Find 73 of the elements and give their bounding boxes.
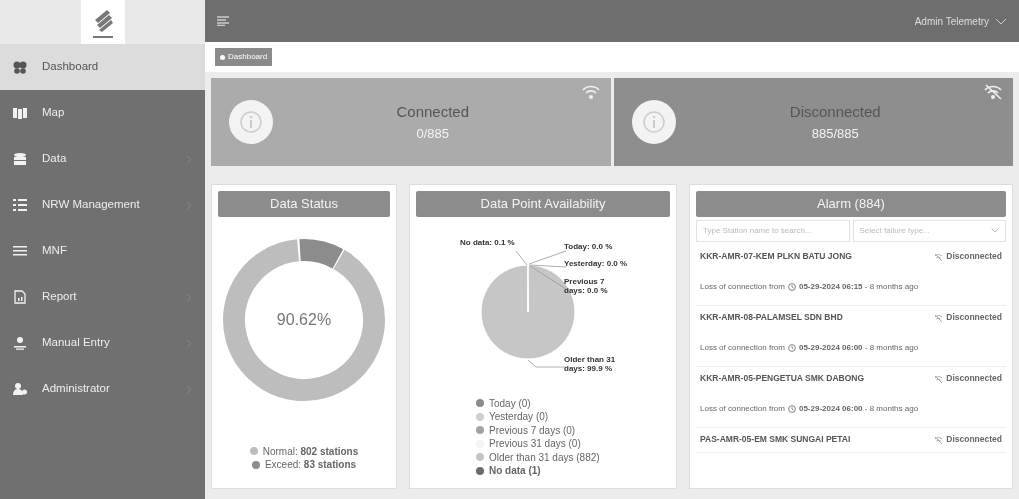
menu-icon[interactable] xyxy=(217,16,229,26)
dot-icon xyxy=(220,54,225,60)
panel-title: Alarm (884) xyxy=(696,191,1006,217)
donut-center-value: 90.62% xyxy=(276,309,332,330)
legend-label: Normal: 802 stations xyxy=(262,444,359,458)
wifi-off-icon xyxy=(934,313,944,322)
person-icon xyxy=(12,336,28,350)
sidebar-item[interactable]: Manual Entry xyxy=(0,320,205,366)
database-icon xyxy=(12,152,28,166)
legend-label: Today (0) xyxy=(489,396,531,410)
logo-icon xyxy=(80,0,125,44)
clock-icon xyxy=(787,282,796,291)
gauge-icon xyxy=(12,60,28,74)
legend-label: Exceed: 83 stations xyxy=(264,458,357,472)
legend-label: No data (1) xyxy=(489,464,541,478)
document-icon xyxy=(12,290,28,304)
wifi-icon xyxy=(580,84,601,100)
alarm-time: 05-29-2024 06:15 - 8 months ago xyxy=(798,280,919,293)
list-icon xyxy=(12,198,28,212)
wifi-off-icon xyxy=(934,252,944,261)
chevron-down-icon[interactable] xyxy=(995,17,1007,25)
clock-icon xyxy=(787,343,796,352)
station-name: KKR-AMR-07-KEM PLKN BATU JONG xyxy=(700,250,852,263)
status-label: Disconnected xyxy=(946,433,1002,446)
lines-icon xyxy=(12,244,28,258)
users-icon xyxy=(12,382,28,396)
slice-label: Yesterday: 0.0 % xyxy=(564,258,628,269)
legend-label: Previous 31 days (0) xyxy=(489,437,581,451)
alarm-message: Loss of connection from xyxy=(700,341,785,354)
map-icon xyxy=(12,106,28,120)
station-name: KKR-AMR-05-PENGETUA SMK DABONG xyxy=(700,372,865,385)
wifi-off-icon xyxy=(934,435,944,444)
alarm-time: 05-29-2024 06:00 - 8 months ago xyxy=(798,341,919,354)
alarm-message: Loss of connection from xyxy=(700,280,785,293)
legend-label: Older than 31 days (882) xyxy=(489,450,600,464)
slice-label: Today: 0.0 % xyxy=(564,241,613,252)
sidebar-item[interactable]: Map xyxy=(0,90,205,136)
station-name: PAS-AMR-05-EM SMK SUNGAI PETAI xyxy=(700,433,851,446)
status-label: Disconnected xyxy=(946,311,1002,324)
info-icon xyxy=(229,100,273,144)
clock-icon xyxy=(787,404,796,413)
wifi-off-icon xyxy=(983,84,1003,100)
sidebar-item[interactable]: Administrator xyxy=(0,366,205,412)
alarm-time: 05-29-2024 06:00 - 8 months ago xyxy=(798,402,919,415)
breadcrumb[interactable]: Dashboard xyxy=(215,48,273,66)
panel-title: Data Point Availability xyxy=(416,191,670,217)
panel-title: Data Status xyxy=(218,191,390,217)
station-name: KKR-AMR-08-PALAMSEL SDN BHD xyxy=(700,311,843,324)
wifi-off-icon xyxy=(934,374,944,383)
chevron-down-icon xyxy=(991,228,999,233)
stat-value: 885/885 xyxy=(810,124,860,143)
alarm-item[interactable]: KKR-AMR-05-PENGETUA SMK DABONG Disconnected Loss of connection from 05-29-2024 06:00 - 8 months ago xyxy=(696,366,1006,428)
stat-title: Disconnected xyxy=(788,102,882,122)
stat-value: 0/885 xyxy=(415,124,450,143)
sidebar-item[interactable]: MNF xyxy=(0,228,205,274)
alarm-item[interactable]: KKR-AMR-07-KEM PLKN BATU JONG Disconnected Loss of connection from 05-29-2024 06:15 - 8 months ago xyxy=(696,244,1006,306)
status-label: Disconnected xyxy=(946,250,1002,263)
sidebar-item[interactable]: Data xyxy=(0,136,205,182)
slice-label: No data: 0.1 % xyxy=(460,237,515,248)
alarm-message: Loss of connection from xyxy=(700,402,785,415)
user-name[interactable]: Admin Telemetry xyxy=(914,13,989,29)
sidebar-item[interactable]: Dashboard xyxy=(0,44,205,90)
status-label: Disconnected xyxy=(946,372,1002,385)
slice-label: Older than 31 days: 99.9 % xyxy=(564,354,617,374)
sidebar-item[interactable]: Report xyxy=(0,274,205,320)
alarm-item[interactable]: PAS-AMR-05-EM SMK SUNGAI PETAI Disconnected xyxy=(696,427,1006,453)
sidebar-item[interactable]: NRW Management xyxy=(0,182,205,228)
legend-label: Previous 7 days (0) xyxy=(489,423,576,437)
legend-label: Yesterday (0) xyxy=(489,410,549,424)
alarm-item[interactable]: KKR-AMR-08-PALAMSEL SDN BHD Disconnected Loss of connection from 05-29-2024 06:00 - 8 months ago xyxy=(696,305,1006,367)
info-icon xyxy=(631,100,676,144)
slice-label: Previous 7 days: 0.0 % xyxy=(564,276,609,296)
stat-title: Connected xyxy=(395,102,471,122)
